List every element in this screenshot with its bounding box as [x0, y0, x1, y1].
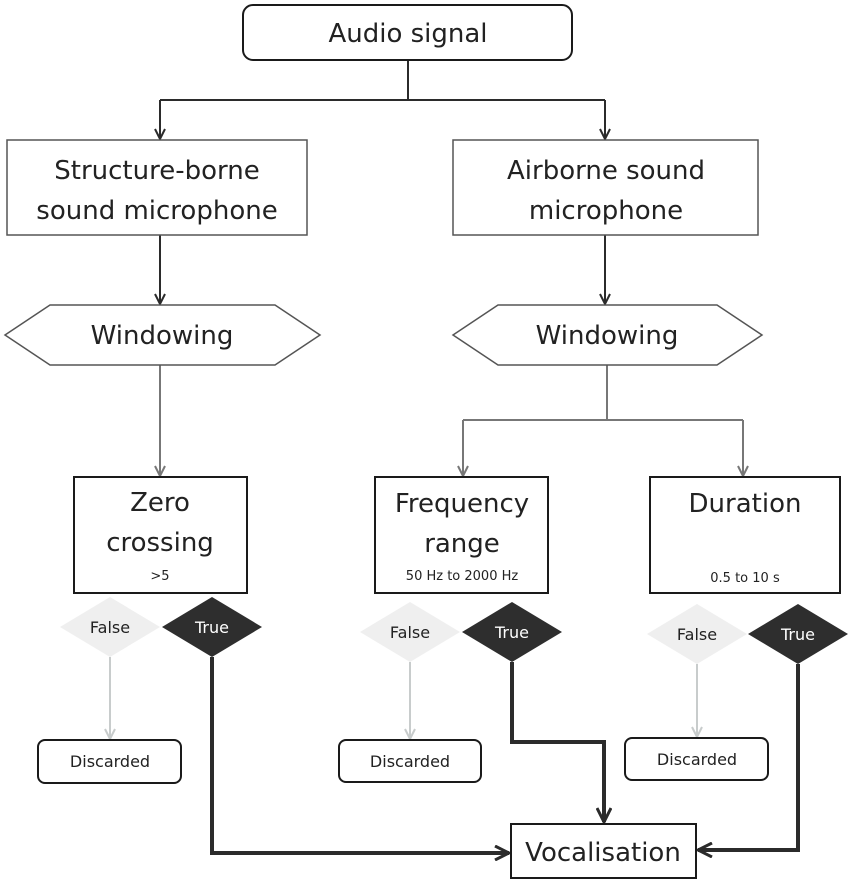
windowing-right-label: Windowing	[536, 321, 679, 351]
discarded-label: Discarded	[70, 752, 150, 771]
decision-false-right: False	[647, 604, 747, 664]
flowchart-svg: Audio signal Structure-borne sound micro…	[3, 4, 848, 879]
duration-condition: 0.5 to 10 s	[710, 571, 780, 586]
discarded-label: Discarded	[370, 752, 450, 771]
frequency-range-line2: range	[424, 529, 500, 559]
zero-crossing-condition: >5	[150, 569, 169, 584]
frequency-range-line1: Frequency	[395, 489, 529, 519]
frequency-range-condition: 50 Hz to 2000 Hz	[406, 569, 519, 584]
zero-crossing-line1: Zero	[130, 488, 190, 518]
airborne-line2: microphone	[529, 196, 683, 226]
node-windowing-left: Windowing	[3, 304, 322, 366]
node-discarded-right: Discarded	[624, 737, 769, 781]
zero-crossing-line2: crossing	[106, 528, 214, 558]
decision-false-left: False	[60, 597, 160, 657]
structure-borne-line1: Structure-borne	[54, 156, 259, 186]
flowchart: Audio signal Structure-borne sound micro…	[0, 0, 850, 884]
node-discarded-left: Discarded	[37, 739, 182, 784]
node-windowing-right: Windowing	[451, 304, 764, 366]
discarded-label: Discarded	[657, 750, 737, 769]
false-label: False	[677, 625, 717, 644]
node-frequency-range: Frequency range 50 Hz to 2000 Hz	[374, 476, 549, 594]
airborne-line1: Airborne sound	[507, 156, 705, 186]
true-label: True	[194, 618, 229, 637]
node-vocalisation: Vocalisation	[510, 823, 697, 879]
false-label: False	[90, 618, 130, 637]
node-airborne-microphone: Airborne sound microphone	[452, 139, 759, 236]
node-duration: Duration 0.5 to 10 s	[649, 476, 841, 594]
true-label: True	[494, 623, 529, 642]
decision-true-right: True	[748, 604, 848, 664]
decision-true-middle: True	[462, 602, 562, 662]
node-structure-borne-microphone: Structure-borne sound microphone	[6, 139, 308, 236]
decision-true-left: True	[162, 597, 262, 657]
windowing-left-label: Windowing	[91, 321, 234, 351]
node-zero-crossing: Zero crossing >5	[73, 476, 248, 594]
true-label: True	[780, 625, 815, 644]
duration-line1: Duration	[689, 489, 802, 519]
decision-false-middle: False	[360, 602, 460, 662]
audio-signal-label: Audio signal	[328, 19, 487, 49]
node-audio-signal: Audio signal	[242, 4, 573, 61]
false-label: False	[390, 623, 430, 642]
node-discarded-middle: Discarded	[338, 739, 482, 783]
structure-borne-line2: sound microphone	[36, 196, 277, 226]
vocalisation-label: Vocalisation	[525, 838, 681, 868]
